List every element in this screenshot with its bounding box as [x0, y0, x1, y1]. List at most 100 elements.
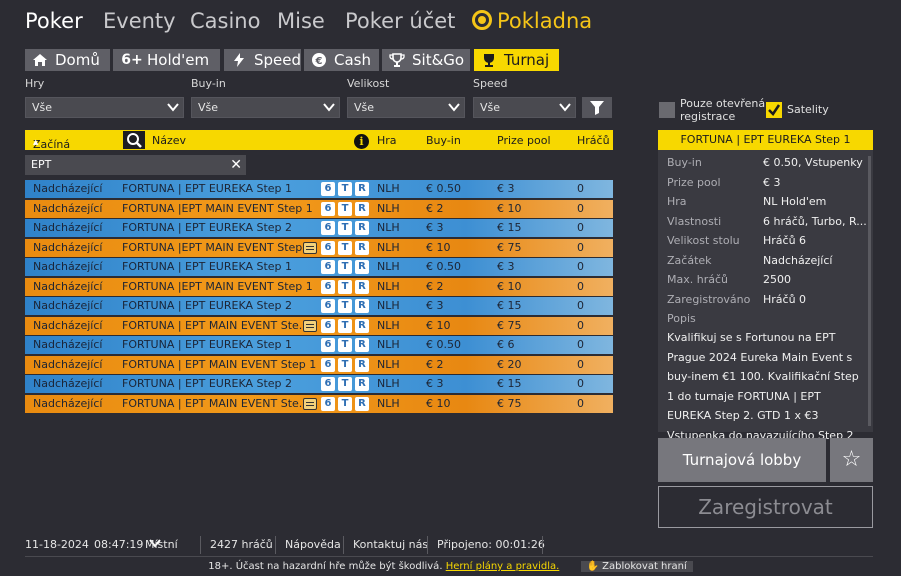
col-hracu[interactable]: Hráčů: [577, 134, 610, 147]
col-prize[interactable]: Prize pool: [497, 134, 551, 147]
detail-value: 6 hráčů, Turbo, R...: [763, 214, 867, 228]
table-row[interactable]: Nadcházející FORTUNA |EPT MAIN EVENT Step…: [25, 199, 613, 218]
table-row[interactable]: Nadcházející FORTUNA | EPT EUREKA Step 1 6…: [25, 258, 613, 276]
table-row[interactable]: Nadcházející FORTUNA | EPT MAIN EVENT Ste…: [25, 394, 613, 413]
detail-value: € 3: [763, 175, 781, 189]
row-buyin: € 2: [426, 279, 444, 293]
close-icon[interactable]: ✕: [230, 156, 242, 174]
badge-6: 6: [321, 240, 335, 255]
tab-cash[interactable]: € Cash: [304, 49, 379, 71]
legal-text: 18+. Účast na hazardní hře může být škod…: [208, 561, 443, 572]
col-hra[interactable]: Hra: [377, 134, 397, 147]
table-row[interactable]: Nadcházející FORTUNA | EPT EUREKA Step 2 6…: [25, 219, 613, 237]
search-toggle-button[interactable]: [123, 131, 145, 149]
nav-pokladna[interactable]: Pokladna: [472, 9, 592, 33]
detail-scrollbar[interactable]: [868, 156, 871, 426]
col-nazev[interactable]: Název: [152, 134, 186, 147]
nav-casino[interactable]: Casino: [190, 9, 260, 33]
search-icon: [127, 133, 142, 148]
contact-link[interactable]: Kontaktuj nás: [353, 536, 428, 554]
table-row[interactable]: Nadcházející FORTUNA |EPT MAIN EVENT Step…: [25, 238, 613, 257]
chevron-down-icon: [167, 103, 179, 112]
nav-poker-ucet[interactable]: Poker účet: [345, 9, 455, 33]
badge-r: R: [355, 299, 369, 313]
row-game: NLH: [377, 240, 400, 254]
region-select[interactable]: Místní: [145, 536, 178, 554]
open-registration-checkbox[interactable]: [659, 102, 675, 118]
status-bar: 11-18-2024 08:47:19 Místní 2427 hráčů Ná…: [25, 536, 873, 554]
help-link[interactable]: Nápověda: [285, 536, 341, 554]
row-buyin: € 10: [426, 318, 451, 332]
rules-link[interactable]: Herní plány a pravidla.: [446, 561, 560, 572]
row-game: NLH: [377, 182, 400, 195]
table-row[interactable]: Nadcházející FORTUNA | EPT MAIN EVENT Ste…: [25, 316, 613, 335]
filter-button[interactable]: [582, 97, 612, 118]
row-buyin: € 2: [426, 201, 444, 215]
nav-eventy[interactable]: Eventy: [103, 9, 176, 33]
row-game: NLH: [377, 318, 400, 332]
badge-t: T: [338, 240, 352, 255]
info-icon[interactable]: i: [354, 134, 369, 149]
satelity-checkbox[interactable]: [766, 102, 782, 118]
filter-velikost-select[interactable]: Vše: [347, 97, 465, 118]
row-name: FORTUNA | EPT EUREKA Step 1: [122, 260, 293, 273]
row-players: 0: [577, 182, 584, 195]
row-name: FORTUNA | EPT MAIN EVENT Ste...: [122, 396, 310, 410]
row-game: NLH: [377, 279, 400, 293]
row-prize: € 75: [497, 396, 522, 410]
table-row[interactable]: Nadcházející FORTUNA |EPT MAIN EVENT Step…: [25, 277, 613, 296]
badge-t: T: [338, 357, 352, 372]
badge-r: R: [355, 338, 369, 352]
row-prize: € 75: [497, 318, 522, 332]
tab-turnaj[interactable]: Turnaj: [474, 49, 559, 71]
detail-value: 2500: [763, 273, 791, 286]
search-input[interactable]: EPT ✕: [25, 155, 246, 175]
open-registration-label: Pouze otevřená registrace: [680, 97, 766, 123]
tab-holdem[interactable]: 6+ Hold'em: [113, 49, 220, 71]
col-buyin[interactable]: Buy-in: [426, 134, 461, 147]
filter-buyin-value: Vše: [198, 101, 219, 114]
filter-speed-select[interactable]: Vše: [473, 97, 576, 118]
row-buyin: € 2: [426, 357, 444, 371]
badge-r: R: [355, 377, 369, 391]
row-buyin: € 3: [426, 377, 444, 390]
row-game: NLH: [377, 377, 400, 390]
tab-sitgo[interactable]: Sit&Go: [382, 49, 470, 71]
register-button[interactable]: Zaregistrovat: [658, 486, 873, 528]
row-buyin: € 0.50: [426, 182, 461, 195]
table-row[interactable]: Nadcházející FORTUNA | EPT EUREKA Step 1 6…: [25, 336, 613, 354]
row-players: 0: [577, 201, 584, 215]
filter-buyin-select[interactable]: Vše: [191, 97, 340, 118]
tournament-lobby-button[interactable]: Turnajová lobby: [658, 438, 826, 482]
satelity-label: Satelity: [787, 103, 829, 116]
tab-speed-label: Speed: [254, 51, 302, 69]
row-name: FORTUNA | EPT EUREKA Step 2: [122, 221, 293, 234]
table-row[interactable]: Nadcházející FORTUNA | EPT EUREKA Step 1 6…: [25, 180, 613, 198]
row-game: NLH: [377, 221, 400, 234]
top-nav: Poker Eventy Casino Mise Poker účet Pokl…: [0, 0, 901, 44]
row-players: 0: [577, 377, 584, 390]
table-row[interactable]: Nadcházející FORTUNA | EPT EUREKA Step 2 6…: [25, 375, 613, 393]
row-players: 0: [577, 357, 584, 371]
badge-t: T: [338, 338, 352, 352]
detail-value: Hráčů 0: [763, 292, 807, 306]
table-row[interactable]: Nadcházející FORTUNA | EPT MAIN EVENT Ste…: [25, 355, 613, 374]
tab-speed[interactable]: Speed: [224, 49, 301, 71]
row-status: Nadcházející: [33, 299, 103, 312]
nav-mise[interactable]: Mise: [277, 9, 325, 33]
nav-poker[interactable]: Poker: [25, 9, 83, 33]
favorite-button[interactable]: ☆: [830, 438, 873, 482]
chevron-down-icon: [559, 103, 571, 112]
row-status: Nadcházející: [33, 240, 103, 254]
row-players: 0: [577, 299, 584, 312]
badge-r: R: [355, 221, 369, 235]
chevron-down-icon: [448, 103, 460, 112]
filter-hry-select[interactable]: Vše: [25, 97, 184, 118]
detail-key: Zaregistrováno: [667, 292, 751, 306]
row-game: NLH: [377, 201, 400, 215]
block-play-button[interactable]: ✋ Zablokovat hraní: [580, 561, 693, 572]
badge-6: 6: [321, 396, 335, 411]
table-row[interactable]: Nadcházející FORTUNA | EPT EUREKA Step 2 6…: [25, 297, 613, 315]
tab-domu[interactable]: Domů: [25, 49, 110, 71]
row-prize: € 15: [497, 377, 522, 390]
